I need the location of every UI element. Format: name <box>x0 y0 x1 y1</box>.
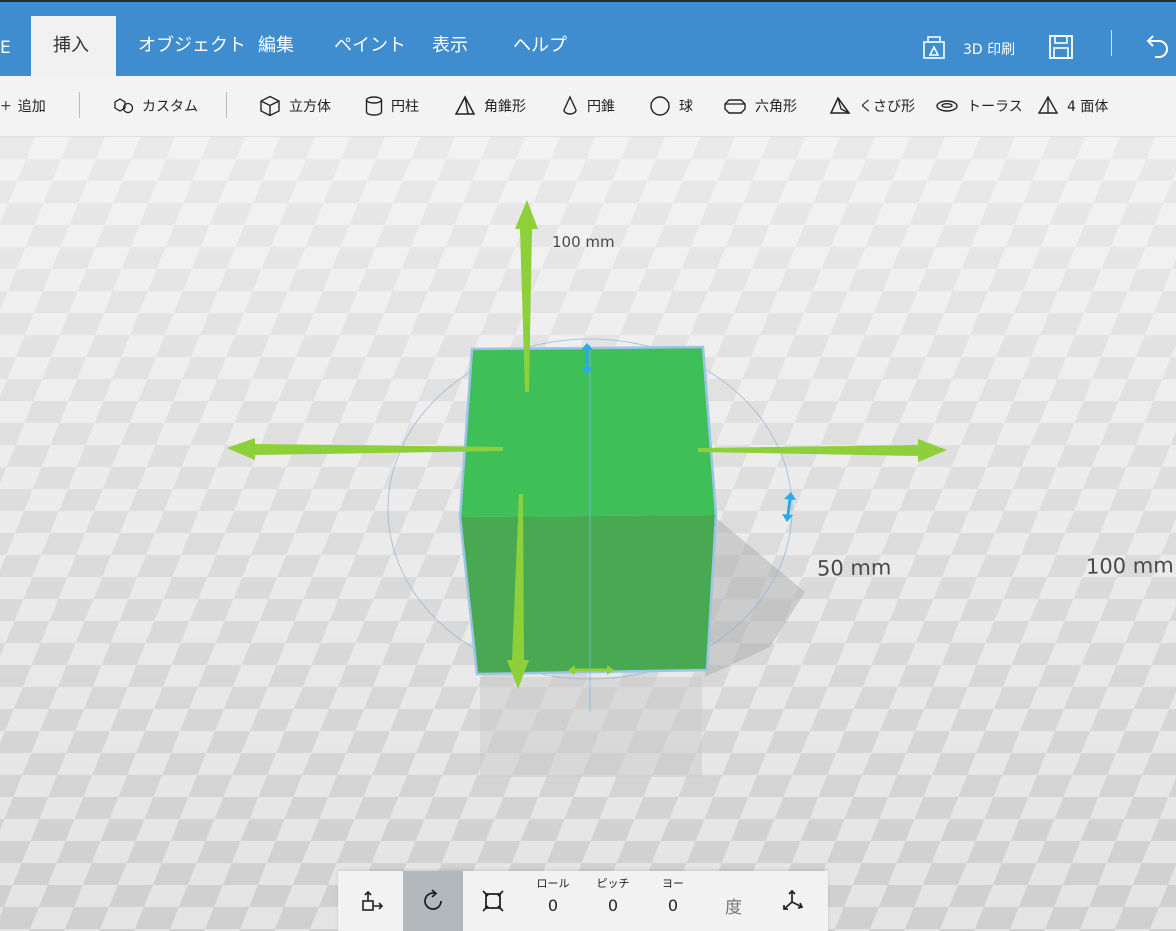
wedge-button[interactable]: くさび形 <box>829 76 915 136</box>
pyramid-button[interactable]: 角錐形 <box>454 76 526 136</box>
3d-viewport[interactable]: 100 mm 50 mm 100 mm <box>0 137 1176 931</box>
tetrahedron-button[interactable]: 4 面体 <box>1037 76 1108 136</box>
menu-divider <box>1111 30 1112 56</box>
rotate-icon <box>424 889 442 910</box>
cube-button[interactable]: 立方体 <box>259 76 331 136</box>
tab-label: オブジェクト <box>138 35 246 56</box>
object-reflection <box>480 677 702 777</box>
yaw-field[interactable]: ヨー 0 <box>643 875 703 919</box>
rotate-tool-button[interactable] <box>403 871 463 931</box>
axis-icon <box>783 889 804 910</box>
menu-edge-label[interactable]: E <box>0 38 11 58</box>
tab-label: 表示 <box>432 35 468 56</box>
hexagon-button[interactable]: 六角形 <box>723 76 797 136</box>
ribbon-divider <box>79 92 80 118</box>
tab-label: 挿入 <box>53 35 89 56</box>
torus-button[interactable]: トーラス <box>935 76 1023 136</box>
hexagon-icon <box>724 99 746 114</box>
cylinder-icon <box>365 96 383 116</box>
print-3d-button[interactable]: 3D 印刷 <box>920 22 1030 72</box>
save-button[interactable] <box>1048 22 1078 72</box>
cone-button[interactable]: 円錐 <box>561 76 615 136</box>
dimension-label-depth: 50 mm <box>816 555 892 581</box>
tab-label: ペイント <box>334 35 406 56</box>
torus-icon <box>936 100 958 112</box>
custom-button[interactable]: カスタム <box>114 76 198 136</box>
add-icon: + <box>0 98 12 114</box>
yaw-label: ヨー <box>662 877 684 890</box>
tetrahedron-icon <box>1037 95 1059 114</box>
cube-icon <box>260 95 280 117</box>
undo-icon <box>1146 35 1168 58</box>
wedge-icon <box>829 96 851 114</box>
dimension-label-width: 100 mm <box>1085 553 1174 579</box>
pitch-field[interactable]: ピッチ 0 <box>583 875 643 919</box>
degree-unit-label: 度 <box>725 898 742 918</box>
save-icon <box>1049 35 1073 59</box>
pyramid-icon <box>454 95 476 115</box>
custom-label: カスタム <box>142 99 198 115</box>
transform-toolbar: ロール 0 ピッチ 0 ヨー 0 度 <box>338 871 828 931</box>
shape-label: 角錐形 <box>484 99 526 115</box>
cylinder-button[interactable]: 円柱 <box>365 76 419 136</box>
ribbon-divider <box>226 92 227 118</box>
shape-label: 円錐 <box>587 99 615 115</box>
cube-front-face[interactable] <box>460 515 716 674</box>
cone-icon <box>563 95 577 115</box>
custom-shapes-icon <box>114 98 134 114</box>
shape-label: 4 面体 <box>1067 99 1109 115</box>
print-3d-icon <box>923 36 945 59</box>
tab-label: ヘルプ <box>513 35 567 56</box>
roll-label: ロール <box>536 877 570 890</box>
undo-button[interactable] <box>1145 22 1176 72</box>
add-button[interactable]: + 追加 <box>0 76 46 136</box>
shape-label: くさび形 <box>859 99 915 115</box>
print-3d-label: 3D 印刷 <box>963 42 1016 58</box>
scale-icon <box>482 890 504 912</box>
add-label: 追加 <box>17 99 46 115</box>
insert-ribbon: + 追加 カスタム 立方体 円柱 角錐形 円錐 球 六角形 くさび形 トーラス … <box>0 76 1176 137</box>
sphere-icon <box>650 96 670 116</box>
tab-label: 編集 <box>258 35 294 56</box>
tab-help[interactable]: ヘルプ <box>491 16 589 76</box>
tab-edit[interactable]: 編集 <box>236 16 316 76</box>
scene-canvas <box>0 137 1176 931</box>
shape-label: トーラス <box>967 99 1023 115</box>
pitch-value[interactable]: 0 <box>583 893 643 919</box>
scale-tool-button[interactable] <box>463 871 523 931</box>
shape-label: 六角形 <box>755 99 797 115</box>
tab-insert[interactable]: 挿入 <box>31 16 116 76</box>
shape-label: 立方体 <box>289 99 331 115</box>
roll-value[interactable]: 0 <box>523 893 583 919</box>
shape-label: 円柱 <box>391 99 419 115</box>
roll-field[interactable]: ロール 0 <box>523 875 583 919</box>
move-icon <box>362 890 384 911</box>
tab-view[interactable]: 表示 <box>410 16 490 76</box>
move-tool-button[interactable] <box>343 871 403 931</box>
shape-label: 球 <box>679 99 693 115</box>
menu-bar: E 挿入 オブジェクト 編集 ペイント 表示 ヘルプ 3D 印刷 <box>0 2 1176 76</box>
dimension-label-height: 100 mm <box>552 233 615 251</box>
yaw-value[interactable]: 0 <box>643 893 703 919</box>
axis-tool-button[interactable] <box>763 871 823 931</box>
sphere-button[interactable]: 球 <box>649 76 693 136</box>
pitch-label: ピッチ <box>596 877 630 890</box>
